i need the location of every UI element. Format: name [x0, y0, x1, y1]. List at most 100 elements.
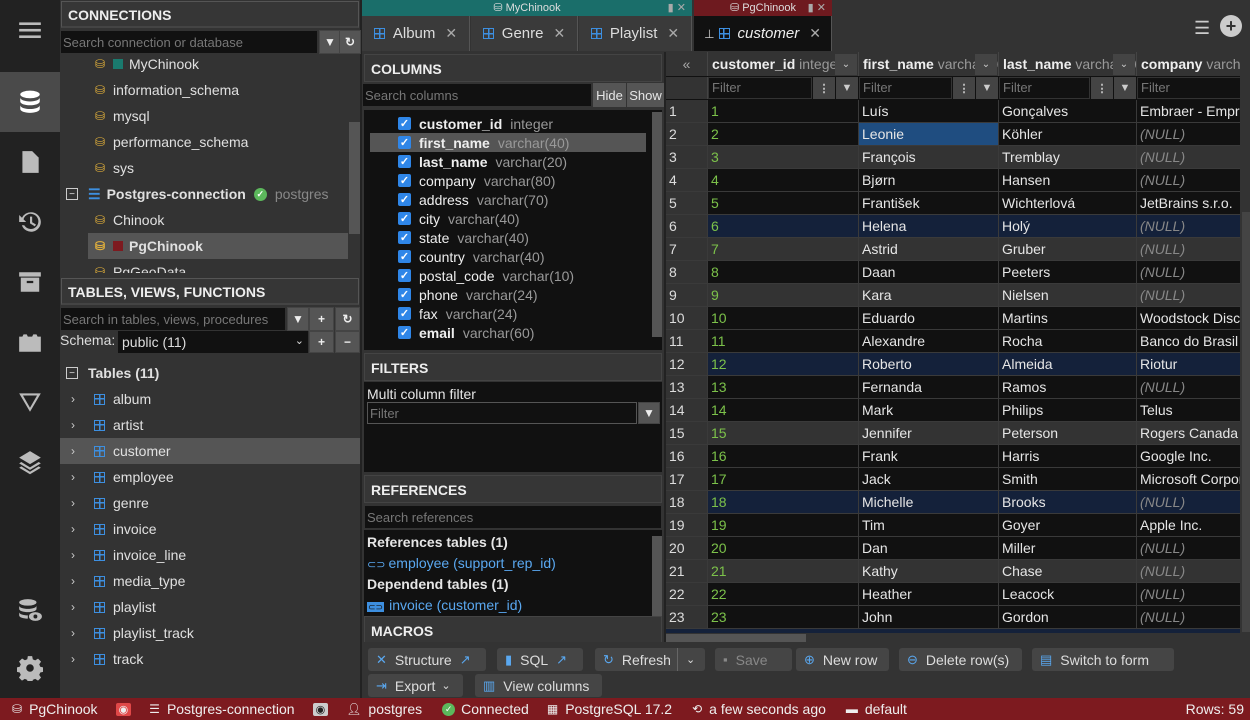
table-cell[interactable]: Apple Inc.	[1137, 514, 1247, 536]
table-cell[interactable]: 20	[708, 537, 859, 559]
table-item-artist[interactable]: › artist	[60, 412, 360, 438]
checkbox-checked-icon[interactable]: ✓	[398, 193, 411, 206]
multi-filter-button[interactable]: ▼	[638, 402, 660, 424]
filter-options-button[interactable]: ⋮	[813, 77, 835, 99]
multi-filter-input[interactable]	[367, 402, 637, 424]
structure-button[interactable]: ✕ Structure ↗	[368, 648, 486, 671]
checkbox-checked-icon[interactable]: ✓	[398, 326, 411, 339]
checkbox-checked-icon[interactable]: ✓	[398, 174, 411, 187]
table-cell[interactable]: Astrid	[859, 238, 999, 260]
table-cell[interactable]: François	[859, 146, 999, 168]
table-cell[interactable]: 15	[708, 422, 859, 444]
status-profile[interactable]: ▬ default	[846, 701, 907, 717]
table-cell[interactable]: (NULL)	[1137, 583, 1247, 605]
table-cell[interactable]: Frank	[859, 445, 999, 467]
table-cell[interactable]: 1	[708, 100, 859, 122]
tables-search-input[interactable]	[60, 307, 286, 331]
table-row[interactable]: 13 13 Fernanda Ramos (NULL)	[666, 376, 1247, 399]
references-search-input[interactable]	[364, 505, 662, 529]
checkbox-checked-icon[interactable]: ✓	[398, 117, 411, 130]
table-row[interactable]: 1111AlexandreRochaBanco do Brasil S.A.	[666, 330, 1247, 353]
table-row[interactable]: 8 8 Daan Peeters (NULL)	[666, 261, 1247, 284]
table-cell[interactable]: 6	[708, 215, 859, 237]
table-cell[interactable]: Bjørn	[859, 169, 999, 191]
table-cell[interactable]: Peeters	[999, 261, 1137, 283]
table-cell[interactable]: (NULL)	[1137, 376, 1247, 398]
status-connection-color[interactable]: ◉	[312, 702, 329, 716]
activity-archive[interactable]	[0, 252, 60, 312]
tables-filter-button[interactable]: ▼	[287, 307, 309, 331]
sql-button[interactable]: ▮ SQL ↗	[497, 648, 583, 671]
menu-button[interactable]	[0, 0, 60, 60]
activity-database[interactable]	[0, 72, 60, 132]
tables-group[interactable]: − Tables (11)	[60, 360, 348, 386]
table-row[interactable]: 21 21 Kathy Chase (NULL)	[666, 560, 1247, 583]
connection-scrollbar[interactable]	[349, 122, 360, 234]
filter-apply-button[interactable]: ▼	[836, 77, 858, 99]
close-icon[interactable]: ✕	[667, 25, 679, 42]
filter-options-button[interactable]: ⋮	[1091, 77, 1113, 99]
table-cell[interactable]: 4	[708, 169, 859, 191]
table-cell[interactable]: Roberto	[859, 353, 999, 375]
table-cell[interactable]: 12	[708, 353, 859, 375]
table-cell[interactable]: Almeida	[999, 353, 1137, 375]
tree-db-mysql[interactable]: ⛁ mysql	[60, 103, 348, 129]
close-icon[interactable]: ✕	[553, 25, 565, 42]
table-cell[interactable]: 9	[708, 284, 859, 306]
table-cell[interactable]: Nielsen	[999, 284, 1137, 306]
refresh-options-dropdown[interactable]: ⌄	[676, 648, 703, 671]
chevron-right-icon[interactable]: ›	[66, 600, 80, 614]
table-cell[interactable]: Telus	[1137, 399, 1247, 421]
status-database[interactable]: ⛁ PgChinook	[12, 701, 98, 717]
table-cell[interactable]: Ramos	[999, 376, 1137, 398]
table-cell[interactable]: Gonçalves	[999, 100, 1137, 122]
column-menu-button[interactable]: ⌄	[1113, 54, 1135, 75]
table-cell[interactable]: Rocha	[999, 330, 1137, 352]
table-cell[interactable]: Daan	[859, 261, 999, 283]
references-scrollbar[interactable]	[652, 536, 662, 616]
table-cell[interactable]: Peterson	[999, 422, 1137, 444]
tree-db-chinook[interactable]: ⛁ Chinook	[60, 207, 348, 233]
table-cell[interactable]: Smith	[999, 468, 1137, 490]
tree-db-sys[interactable]: ⛁ sys	[60, 155, 348, 181]
activity-settings[interactable]	[0, 638, 60, 698]
table-cell[interactable]: Martins	[999, 307, 1137, 329]
column-item-company[interactable]: ✓ company varchar(80)	[370, 171, 646, 190]
grid-vertical-scrollbar[interactable]	[1240, 52, 1250, 642]
table-cell[interactable]: Google Inc.	[1137, 445, 1247, 467]
chevron-right-icon[interactable]: ›	[66, 522, 80, 536]
dependent-link-invoice[interactable]: ⊂⊃ invoice (customer_id)	[367, 597, 522, 613]
column-item-country[interactable]: ✓ country varchar(40)	[370, 247, 646, 266]
table-cell[interactable]: 14	[708, 399, 859, 421]
checkbox-checked-icon[interactable]: ✓	[398, 136, 411, 149]
delete-rows-button[interactable]: ⊖ Delete row(s)	[899, 648, 1022, 671]
reference-link-employee[interactable]: ⊂⊃ employee (support_rep_id)	[367, 555, 556, 571]
table-cell[interactable]: Wichterlová	[999, 192, 1137, 214]
table-cell[interactable]: Kara	[859, 284, 999, 306]
switch-to-form-button[interactable]: ▤ Switch to form	[1032, 648, 1174, 671]
show-columns-button[interactable]: Show	[627, 83, 664, 107]
connection-refresh-button[interactable]: ↻	[339, 30, 361, 54]
column-filter-input[interactable]: Filter	[708, 77, 812, 99]
checkbox-checked-icon[interactable]: ✓	[398, 250, 411, 263]
table-item-genre[interactable]: › genre	[60, 490, 360, 516]
chevron-right-icon[interactable]: ›	[66, 470, 80, 484]
table-item-playlist-track[interactable]: › playlist_track	[60, 620, 360, 646]
table-cell[interactable]: John	[859, 606, 999, 628]
checkbox-checked-icon[interactable]: ✓	[398, 288, 411, 301]
table-cell[interactable]: Woodstock Discos	[1137, 307, 1247, 329]
new-tab-button[interactable]: +	[1220, 15, 1242, 37]
table-cell[interactable]: Dan	[859, 537, 999, 559]
table-item-invoice-line[interactable]: › invoice_line	[60, 542, 360, 568]
columns-scrollbar[interactable]	[652, 112, 662, 337]
filter-options-button[interactable]: ⋮	[953, 77, 975, 99]
column-item-last-name[interactable]: ✓ last_name varchar(20)	[370, 152, 646, 171]
table-cell[interactable]: Tremblay	[999, 146, 1137, 168]
tree-db-pgchinook[interactable]: ⛁ PgChinook	[88, 233, 348, 259]
tree-db-information-schema[interactable]: ⛁ information_schema	[60, 77, 348, 103]
table-cell[interactable]: (NULL)	[1137, 537, 1247, 559]
tab-customer[interactable]: ⊥ customer ✕	[694, 16, 832, 51]
chevron-right-icon[interactable]: ›	[66, 652, 80, 666]
column-item-phone[interactable]: ✓ phone varchar(24)	[370, 285, 646, 304]
scrollbar-thumb[interactable]	[666, 634, 806, 642]
